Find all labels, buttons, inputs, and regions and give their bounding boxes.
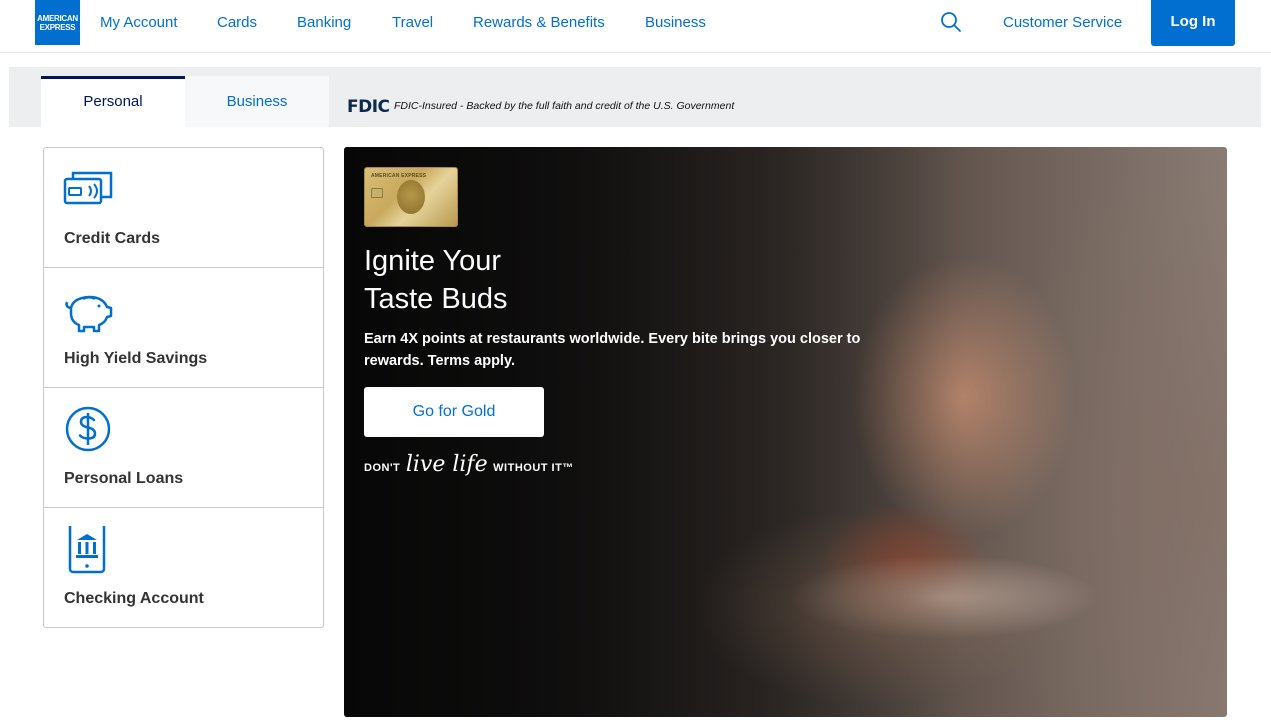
product-personal-loans[interactable]: Personal Loans [44, 388, 323, 508]
product-label-high-yield-savings: High Yield Savings [64, 350, 208, 367]
nav-rewards-benefits[interactable]: Rewards & Benefits [473, 13, 605, 33]
mobile-bank-icon [68, 526, 106, 574]
logo-line-2: EXPRESS [39, 23, 76, 32]
hero-title-line-2: Taste Buds [364, 283, 508, 315]
card-chip [371, 188, 383, 198]
nav-cards[interactable]: Cards [217, 13, 257, 33]
tagline-script: live life [405, 452, 488, 477]
search-icon[interactable] [940, 11, 962, 33]
product-checking-account[interactable]: Checking Account [44, 508, 323, 628]
tab-personal[interactable]: Personal [41, 76, 185, 127]
tagline-end: WITHOUT IT™ [493, 462, 574, 474]
login-button[interactable]: Log In [1151, 0, 1235, 46]
hero-banner: AMERICAN EXPRESS Ignite Your Taste Buds … [344, 147, 1227, 717]
nav-my-account[interactable]: My Account [100, 13, 178, 33]
amex-logo[interactable]: AMERICAN EXPRESS [35, 0, 80, 45]
tagline-start: DON'T [364, 462, 401, 474]
credit-cards-icon [63, 171, 113, 205]
product-list: Credit Cards High Yield Savings Personal… [43, 147, 324, 628]
go-for-gold-button[interactable]: Go for Gold [364, 387, 544, 437]
hero-subtitle: Earn 4X points at restaurants worldwide.… [364, 331, 861, 369]
product-high-yield-savings[interactable]: High Yield Savings [44, 268, 323, 388]
hero-title-line-1: Ignite Your [364, 245, 502, 277]
piggy-bank-icon [65, 295, 113, 333]
account-type-tabbar: Personal Business FDIC FDIC-Insured - Ba… [9, 67, 1261, 127]
product-label-credit-cards: Credit Cards [64, 230, 161, 247]
nav-customer-service[interactable]: Customer Service [1003, 13, 1122, 33]
card-centurion-portrait [397, 180, 425, 214]
card-brand-text: AMERICAN EXPRESS [371, 173, 427, 179]
nav-banking[interactable]: Banking [297, 13, 351, 33]
dont-live-life-without-it-tagline: DON'T live life WITHOUT IT™ [364, 452, 574, 477]
tab-business[interactable]: Business [185, 76, 329, 127]
fdic-logo: FDIC [347, 97, 390, 117]
product-credit-cards[interactable]: Credit Cards [44, 148, 323, 268]
product-label-checking-account: Checking Account [64, 590, 204, 607]
nav-travel[interactable]: Travel [392, 13, 433, 33]
hero-title: Ignite Your Taste Buds [364, 242, 664, 318]
nav-business[interactable]: Business [645, 13, 706, 33]
dollar-circle-icon [65, 406, 111, 452]
fdic-notice: FDIC-Insured - Backed by the full faith … [394, 100, 735, 112]
logo-line-1: AMERICAN [37, 14, 78, 23]
product-label-personal-loans: Personal Loans [64, 470, 184, 487]
gold-card-image: AMERICAN EXPRESS [364, 167, 458, 227]
top-navigation: AMERICAN EXPRESS My Account Cards Bankin… [0, 0, 1271, 53]
